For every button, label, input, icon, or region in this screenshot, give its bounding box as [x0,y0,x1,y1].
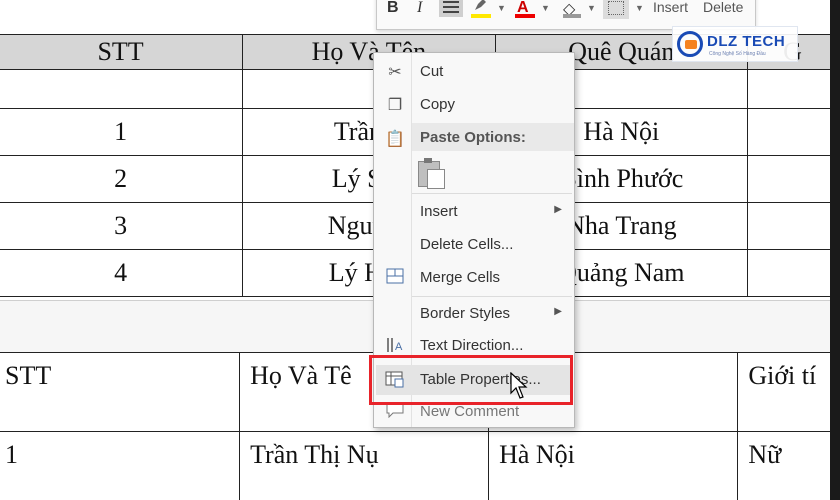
scissors-icon: ✂ [388,64,402,81]
table-row: 1 Trần Thị Nụ Hà Nội Nữ [0,431,838,500]
menu-separator [412,296,572,297]
menu-item-border-styles[interactable]: Border Styles ▶ [374,299,574,329]
delete-button[interactable]: Delete [703,0,743,15]
menu-item-label: New Comment [420,403,520,420]
menu-item-insert[interactable]: Insert ▶ [374,197,574,227]
table-cell[interactable]: Nữ [737,431,838,500]
chevron-right-icon: ▶ [554,306,562,317]
menu-item-label: Cut [420,63,444,80]
menu-item-label: Merge Cells [420,269,501,286]
chevron-down-icon[interactable]: ▼ [635,3,644,13]
table-cell[interactable]: Hà Nội [488,431,739,500]
borders-icon[interactable] [603,0,629,19]
italic-button[interactable]: I [417,0,422,17]
paste-options-label: Paste Options: [420,129,526,146]
chevron-down-icon[interactable]: ▼ [497,3,506,13]
merge-cells-icon [384,268,406,288]
shading-color-bar [563,14,581,18]
menu-item-copy[interactable]: ❐ Copy [374,90,574,120]
menu-item-delete-cells[interactable]: Delete Cells... [374,230,574,260]
table-cell[interactable] [747,108,838,156]
paste-icon: 📋 [385,131,405,148]
chevron-down-icon[interactable]: ▼ [541,3,550,13]
text-direction-icon: A [384,336,406,356]
insert-button[interactable]: Insert [653,0,688,15]
bold-button[interactable]: B [387,0,399,17]
header-cell[interactable]: STT [0,34,244,70]
dlz-tech-logo: DLZ TECH Công Nghệ Số Hàng Đầu [672,26,798,62]
table-cell[interactable]: 4 [0,249,244,297]
logo-tagline: Công Nghệ Số Hàng Đầu [709,51,766,57]
menu-item-cut[interactable]: ✂ Cut [374,57,574,87]
table-cell[interactable]: Trần Thị Nụ [239,431,490,500]
copy-icon: ❐ [387,97,403,114]
menu-item-merge-cells[interactable]: Merge Cells [374,263,574,293]
table-cell[interactable] [747,69,838,109]
paste-options-header: Paste Options: [412,123,574,151]
table-cell[interactable]: 1 [0,108,244,156]
menu-item-label: Border Styles [420,305,511,322]
svg-text:A: A [395,341,403,353]
highlight-color-bar [471,14,491,18]
table-cell[interactable]: 2 [0,155,244,203]
paste-keep-source-icon[interactable] [418,157,446,189]
window-edge [830,0,840,500]
align-center-icon[interactable] [439,0,463,17]
highlight-annotation-box [369,355,573,405]
font-color-bar [515,14,535,18]
header-cell[interactable]: Giới tí [737,352,838,432]
menu-item-label: Text Direction... [420,337,524,354]
mouse-cursor-icon [510,372,528,399]
menu-item-label: Insert [420,203,458,220]
menu-separator [412,193,572,194]
logo-name: DLZ TECH [707,33,786,50]
logo-mark-icon [677,31,703,57]
menu-item-label: Delete Cells... [420,236,514,253]
chevron-down-icon[interactable]: ▼ [587,3,596,13]
table-cell[interactable]: 3 [0,202,244,250]
chevron-right-icon: ▶ [554,204,562,215]
document-canvas: STT Họ Và Tên Quê Quán G 1 Trần T Hà Nội… [0,0,840,500]
table-cell[interactable] [747,249,838,297]
table-cell[interactable] [747,202,838,250]
table-cell[interactable] [0,69,244,109]
menu-item-label: Copy [420,96,456,113]
table-cell[interactable]: 1 [0,431,241,500]
highlighter-icon[interactable] [473,0,487,12]
table-cell[interactable] [747,155,838,203]
header-cell[interactable]: STT [0,352,241,432]
comment-icon [384,402,406,422]
